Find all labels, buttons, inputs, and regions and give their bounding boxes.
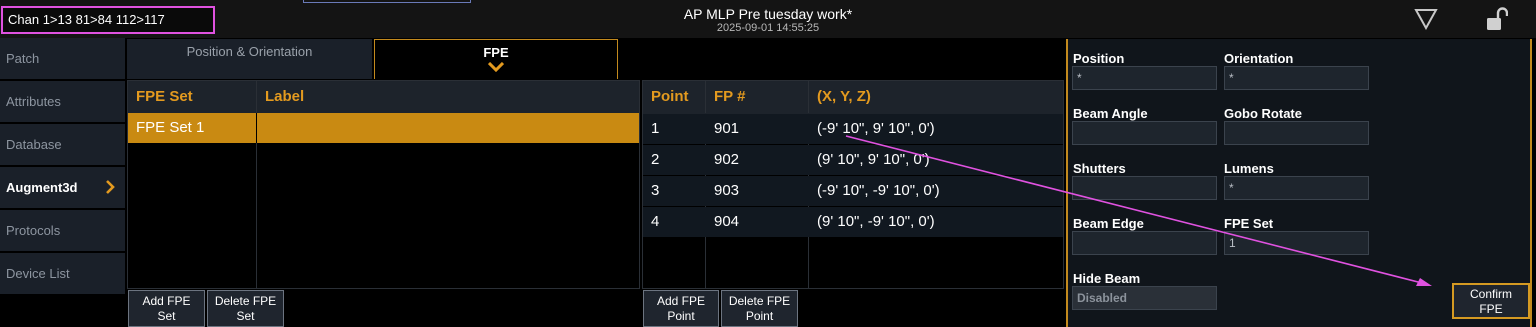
add-fpe-point-label: Add FPE Point xyxy=(656,294,706,323)
confirm-fpe-button[interactable]: Confirm FPE xyxy=(1452,283,1530,319)
confirm-fpe-label: Confirm FPE xyxy=(1469,287,1512,316)
show-title: AP MLP Pre tuesday work* xyxy=(683,6,853,22)
sidebar-item-label: Patch xyxy=(6,51,40,66)
chevron-right-icon xyxy=(106,180,115,194)
column-header-point: Point xyxy=(643,81,705,113)
sidebar-item-label: Protocols xyxy=(6,223,61,238)
gobo-rotate-label: Gobo Rotate xyxy=(1224,106,1302,121)
triangle-down-icon[interactable] xyxy=(1414,8,1438,30)
sidebar-item-attributes[interactable]: Attributes xyxy=(0,81,125,122)
sidebar-item-database[interactable]: Database xyxy=(0,124,125,165)
tab-position-orientation[interactable]: Position & Orientation xyxy=(127,39,372,79)
sidebar: Patch Attributes Database Augment3d Prot… xyxy=(0,38,125,327)
column-header-label: Label xyxy=(257,81,639,113)
fpe-sets-table: FPE Set Label FPE Set 1 xyxy=(127,80,640,289)
hide-beam-label: Hide Beam xyxy=(1073,271,1141,286)
add-fpe-point-button[interactable]: Add FPE Point xyxy=(643,290,719,327)
sidebar-item-label: Device List xyxy=(6,266,70,281)
top-box-marker xyxy=(303,0,471,3)
position-label: Position xyxy=(1073,51,1125,66)
table-cell-fp: 904 xyxy=(714,213,740,230)
table-cell-point: 2 xyxy=(651,151,660,168)
row-divider xyxy=(256,113,257,143)
tab-fpe[interactable]: FPE xyxy=(374,39,618,79)
show-datetime: 2025-09-01 14:55:25 xyxy=(716,22,820,34)
table-cell-fp: 901 xyxy=(714,120,740,137)
shutters-label: Shutters xyxy=(1073,161,1126,176)
sidebar-item-device-list[interactable]: Device List xyxy=(0,253,125,294)
table-cell-point: 1 xyxy=(651,120,660,137)
fpe-set-field[interactable]: 1 xyxy=(1224,231,1369,255)
chevron-down-icon xyxy=(488,62,504,72)
top-bar: Chan 1>13 81>84 112>117 127>138 AP MLP P… xyxy=(0,0,1536,51)
sidebar-item-protocols[interactable]: Protocols xyxy=(0,210,125,251)
shutters-field[interactable] xyxy=(1072,176,1217,200)
lumens-field[interactable]: * xyxy=(1224,176,1369,200)
table-cell-point: 3 xyxy=(651,182,660,199)
delete-fpe-point-button[interactable]: Delete FPE Point xyxy=(721,290,798,327)
delete-fpe-set-button[interactable]: Delete FPE Set xyxy=(207,290,284,327)
column-header-xyz: (X, Y, Z) xyxy=(809,81,1063,113)
add-fpe-set-button[interactable]: Add FPE Set xyxy=(128,290,205,327)
table-cell-xyz: (-9' 10", 9' 10", 0') xyxy=(817,120,935,137)
delete-fpe-point-label: Delete FPE Point xyxy=(728,294,791,323)
table-cell-xyz: (9' 10", 9' 10", 0') xyxy=(817,151,930,168)
position-field[interactable]: * xyxy=(1072,66,1217,90)
unlock-icon[interactable] xyxy=(1486,7,1508,31)
beam-angle-field[interactable] xyxy=(1072,121,1217,145)
sidebar-item-label: Augment3d xyxy=(6,180,78,195)
table-cell-fp: 903 xyxy=(714,182,740,199)
table-cell-fpe-set: FPE Set 1 xyxy=(136,119,205,136)
sidebar-item-label: Database xyxy=(6,137,62,152)
table-cell-point: 4 xyxy=(651,213,660,230)
column-header-fpe-set: FPE Set xyxy=(128,81,256,113)
sidebar-item-patch[interactable]: Patch xyxy=(0,38,125,79)
tab-label: Position & Orientation xyxy=(186,44,313,59)
beam-edge-label: Beam Edge xyxy=(1073,216,1144,231)
fpe-set-label: FPE Set xyxy=(1224,216,1274,231)
sidebar-item-augment3d[interactable]: Augment3d xyxy=(0,167,125,208)
delete-fpe-set-label: Delete FPE Set xyxy=(214,294,277,323)
table-cell-xyz: (-9' 10", -9' 10", 0') xyxy=(817,182,940,199)
table-cell-fp: 902 xyxy=(714,151,740,168)
orientation-field[interactable]: * xyxy=(1224,66,1369,90)
beam-edge-field[interactable] xyxy=(1072,231,1217,255)
column-header-fp-number: FP # xyxy=(706,81,808,113)
fpe-points-table: Point FP # (X, Y, Z) 1 901 (-9' 10", 9' … xyxy=(642,80,1064,289)
add-fpe-set-label: Add FPE Set xyxy=(142,294,191,323)
orientation-label: Orientation xyxy=(1224,51,1294,66)
tab-label: FPE xyxy=(483,45,509,60)
hide-beam-field[interactable]: Disabled xyxy=(1072,286,1217,310)
sidebar-item-label: Attributes xyxy=(6,94,61,109)
lumens-label: Lumens xyxy=(1224,161,1274,176)
beam-angle-label: Beam Angle xyxy=(1073,106,1148,121)
table-cell-xyz: (9' 10", -9' 10", 0') xyxy=(817,213,935,230)
gobo-rotate-field[interactable] xyxy=(1224,121,1369,145)
